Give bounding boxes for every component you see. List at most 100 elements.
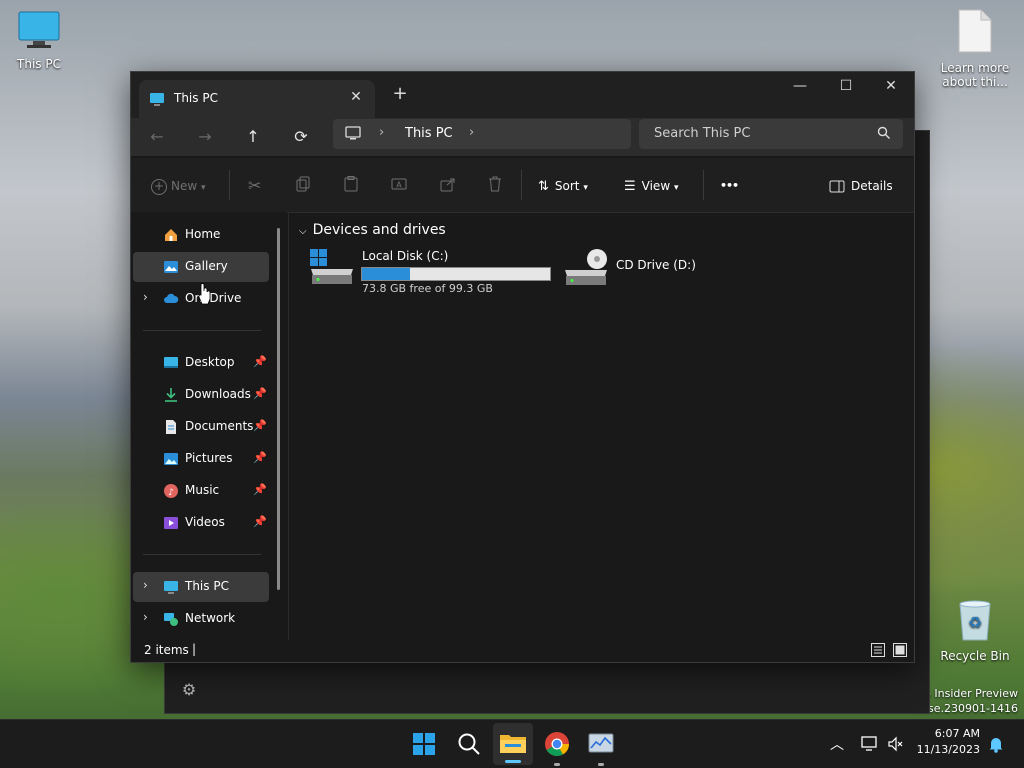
tab-this-pc[interactable]: This PC ✕ [139, 80, 375, 118]
view-button[interactable]: ☰ View ▾ [624, 176, 679, 196]
chevron-right-icon[interactable]: › [143, 290, 148, 304]
sidebar-item-pictures[interactable]: Pictures 📌 [133, 444, 269, 474]
pin-icon[interactable]: 📌 [253, 387, 267, 400]
sort-icon: ⇅ [538, 179, 549, 194]
address-toolbar: ← → ↑ ⟳ › This PC › Search This PC [131, 118, 914, 156]
large-icons-view-icon[interactable] [893, 643, 907, 657]
desktop-icon-learn-more[interactable]: Learn more about thi... [939, 8, 1011, 89]
chevron-up-icon[interactable]: ︿ [830, 734, 844, 754]
desktop-icon-recycle-bin[interactable]: ♻ Recycle Bin [939, 598, 1011, 663]
back-button[interactable]: ← [143, 126, 171, 150]
chevron-right-icon[interactable]: › [143, 610, 148, 624]
pin-icon[interactable]: 📌 [253, 419, 267, 432]
running-app-indicator [554, 763, 560, 766]
cut-icon[interactable]: ✂ [248, 176, 261, 196]
drive-free-space: 73.8 GB free of 99.3 GB [362, 282, 493, 295]
active-app-indicator [505, 760, 521, 763]
forward-button[interactable]: → [191, 126, 219, 150]
command-bar: + New ▾ ✂ A ⇅ Sort ▾ ☰ View ▾ ••• Details [131, 158, 914, 213]
sidebar-item-network[interactable]: › Network [133, 604, 269, 634]
monitor-icon [18, 11, 60, 48]
rename-icon[interactable]: A [391, 176, 407, 196]
search-icon [877, 126, 890, 139]
sidebar-item-documents[interactable]: Documents 📌 [133, 412, 269, 442]
build-watermark: ro Insider Preview ease.230901-1416 [914, 687, 1018, 715]
pin-icon[interactable]: 📌 [253, 451, 267, 464]
sidebar-item-desktop[interactable]: Desktop 📌 [133, 348, 269, 378]
new-tab-button[interactable]: + [389, 84, 411, 104]
pin-icon[interactable]: 📌 [253, 515, 267, 528]
share-icon[interactable] [440, 176, 456, 196]
network-icon [164, 613, 178, 626]
monitor-icon [164, 581, 178, 594]
up-button[interactable]: ↑ [239, 126, 267, 150]
search-input[interactable]: Search This PC [639, 119, 903, 149]
maximize-button[interactable]: ☐ [823, 72, 869, 102]
title-bar: This PC ✕ + — ☐ ✕ [131, 72, 914, 118]
pin-icon[interactable]: 📌 [253, 483, 267, 496]
chrome-icon[interactable] [543, 730, 571, 758]
music-icon: ♪ [164, 484, 178, 498]
close-button[interactable]: ✕ [868, 72, 914, 102]
home-icon [165, 229, 177, 241]
taskbar-file-explorer[interactable] [493, 723, 533, 765]
notification-bell-icon[interactable] [988, 735, 1004, 753]
address-bar[interactable]: › This PC › [333, 119, 631, 149]
status-separator: | [192, 642, 197, 656]
breadcrumb-location[interactable]: This PC [405, 126, 453, 141]
sidebar-item-downloads[interactable]: Downloads 📌 [133, 380, 269, 410]
new-button[interactable]: + New ▾ [151, 176, 206, 196]
sidebar-item-home[interactable]: Home [133, 220, 269, 250]
breadcrumb-separator[interactable]: › [379, 125, 384, 140]
pin-icon[interactable]: 📌 [253, 355, 267, 368]
details-view-icon[interactable] [871, 643, 885, 657]
document-icon [958, 9, 992, 53]
sort-button[interactable]: ⇅ Sort ▾ [538, 176, 588, 196]
cloud-icon [164, 293, 179, 303]
volume-muted-icon[interactable] [887, 736, 903, 752]
breadcrumb-separator[interactable]: › [469, 125, 474, 140]
chevron-right-icon[interactable]: › [143, 578, 148, 592]
clock-time: 6:07 AM [934, 727, 980, 740]
hard-drive-icon [310, 249, 353, 284]
more-options-button[interactable]: ••• [720, 176, 739, 196]
drive-capacity-fill [362, 268, 411, 280]
drive-capacity-bar [361, 267, 551, 281]
display-icon[interactable] [861, 736, 879, 752]
gear-icon[interactable]: ⚙ [180, 681, 198, 699]
desktop-icon-label: Learn more about thi... [940, 61, 1010, 89]
sidebar-item-this-pc[interactable]: › This PC [133, 572, 269, 602]
mouse-cursor-icon [198, 283, 211, 305]
monitor-chart-icon[interactable] [587, 730, 615, 758]
chevron-down-icon: ▾ [583, 183, 588, 193]
sidebar-item-videos[interactable]: Videos 📌 [133, 508, 269, 538]
monitor-icon [345, 126, 361, 140]
details-button[interactable]: Details [829, 176, 893, 196]
refresh-button[interactable]: ⟳ [287, 126, 315, 150]
paste-icon[interactable] [344, 176, 358, 196]
sidebar-scrollbar[interactable] [277, 228, 280, 590]
delete-icon[interactable] [488, 176, 502, 196]
group-header-devices[interactable]: ⌵ Devices and drives [299, 222, 446, 238]
details-pane-icon [829, 180, 845, 193]
folder-icon [500, 735, 526, 753]
taskbar: ︿ 6:07 AM 11/13/2023 [0, 719, 1024, 768]
start-windows-icon[interactable] [410, 730, 438, 758]
desktop-icon [164, 357, 178, 368]
search-icon[interactable] [455, 730, 483, 758]
copy-icon[interactable] [296, 176, 310, 196]
pictures-icon [164, 453, 178, 465]
sidebar-item-music[interactable]: ♪ Music 📌 [133, 476, 269, 506]
content-pane: ⌵ Devices and drives Local Disk (C:) 73.8… [198, 212, 914, 640]
chevron-down-icon: ▾ [673, 183, 679, 193]
svg-text:♻: ♻ [968, 613, 982, 632]
sidebar-item-gallery[interactable]: Gallery [133, 252, 269, 282]
documents-icon [166, 420, 176, 434]
svg-text:A: A [396, 181, 402, 190]
plus-circle-icon: + [151, 178, 167, 195]
desktop-icon-this-pc[interactable]: This PC [3, 10, 75, 71]
tab-close-icon[interactable]: ✕ [347, 89, 365, 105]
system-clock[interactable]: 6:07 AM 11/13/2023 [917, 726, 980, 758]
desktop-icon-label: Recycle Bin [940, 649, 1010, 663]
minimize-button[interactable]: — [777, 72, 823, 102]
